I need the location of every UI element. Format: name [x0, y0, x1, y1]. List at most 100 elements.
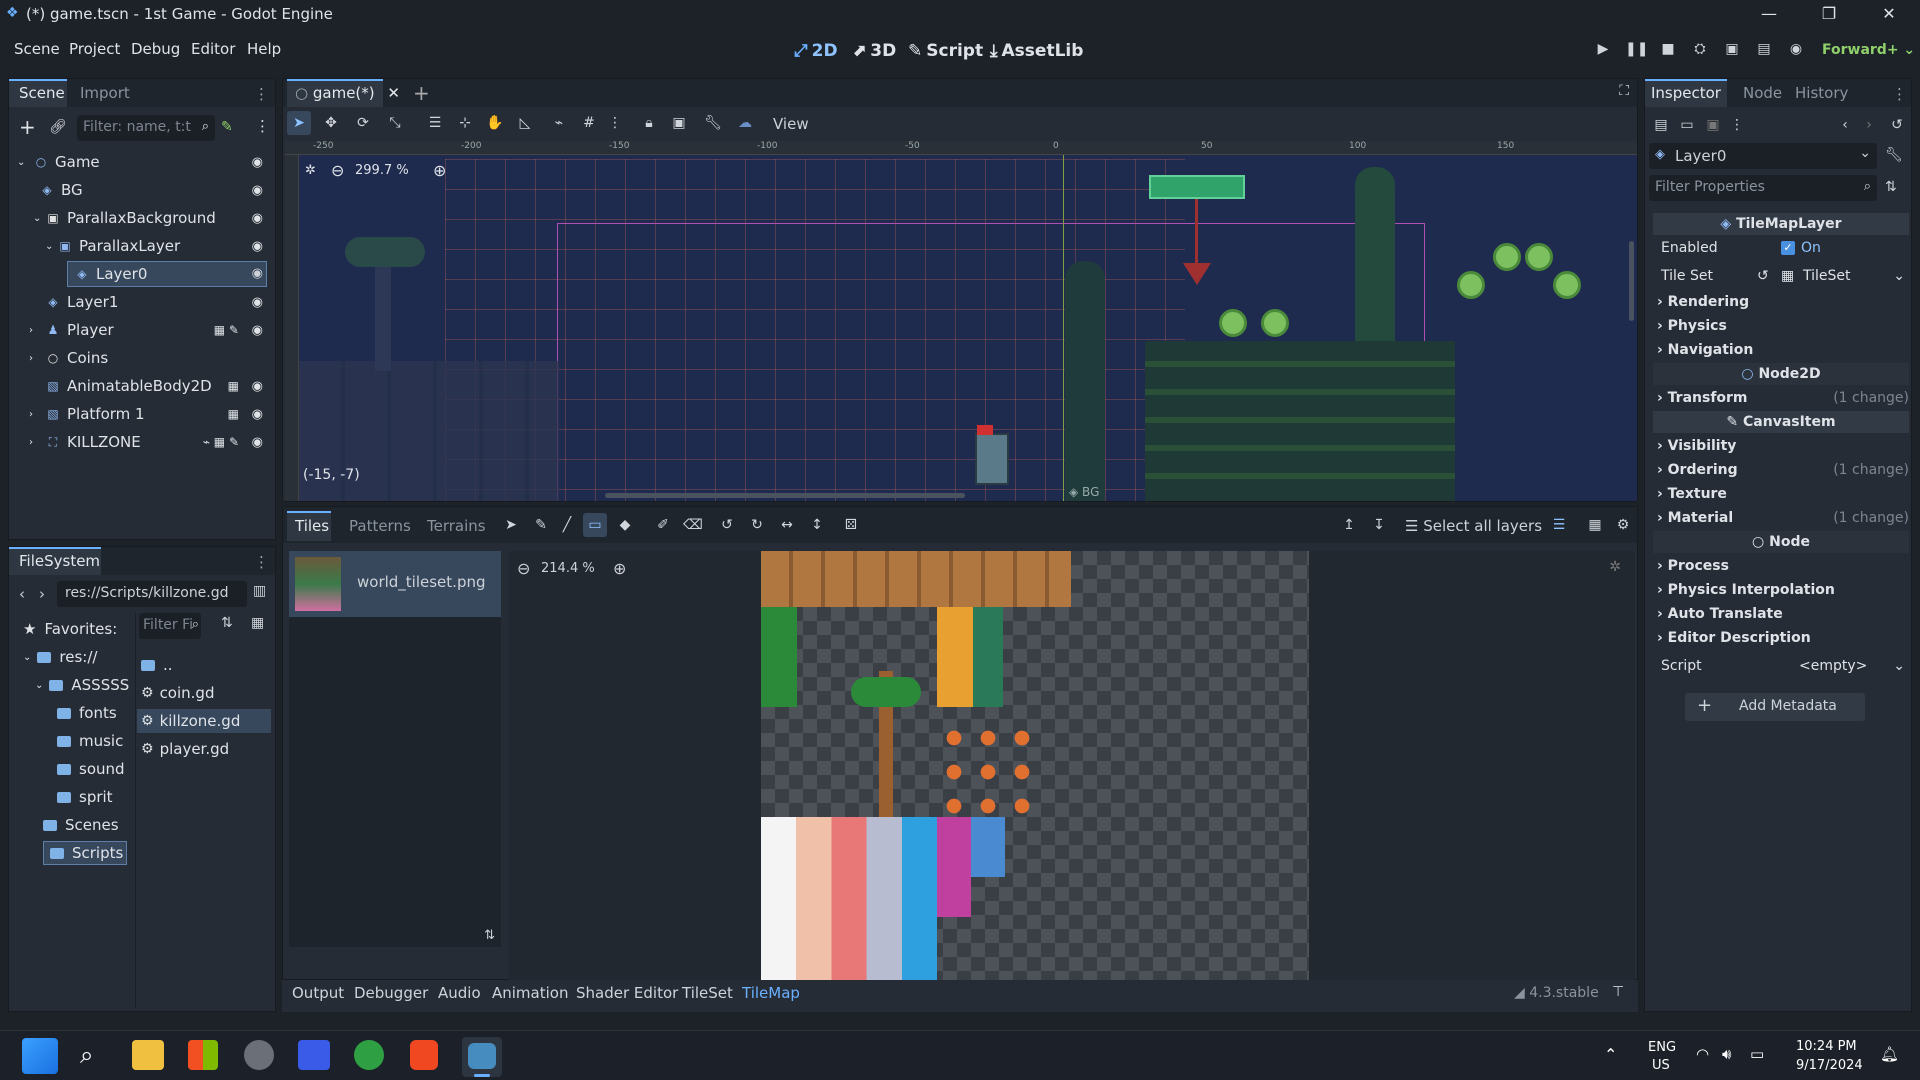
xbox-icon[interactable] [354, 1040, 384, 1070]
group-visibility[interactable]: › Visibility [1653, 435, 1909, 457]
dock-menu-icon[interactable]: ⋮ [254, 85, 269, 103]
minimize-icon[interactable]: — [1754, 4, 1784, 23]
favorites-item[interactable]: ★ Favorites: [23, 617, 117, 641]
remote-debug-icon[interactable]: ⛭ [1689, 41, 1711, 57]
fs-folder-scripts-selected[interactable]: Scripts [43, 841, 127, 865]
tab-animation[interactable]: Animation [492, 984, 568, 1002]
tab-shader-editor[interactable]: Shader Editor [576, 984, 678, 1002]
enabled-checkbox[interactable]: ✓ [1781, 241, 1795, 255]
panel-expand-icon[interactable]: ⊤ [1612, 984, 1624, 1000]
maximize-icon[interactable]: ❐ [1814, 4, 1844, 23]
tree-item-game[interactable]: ⌄ ○ Game ◉ [17, 149, 275, 175]
revert-icon[interactable]: ↺ [1757, 265, 1769, 287]
lock-icon[interactable]: 🔒︎ [637, 115, 661, 131]
chevron-right-icon[interactable]: › [29, 409, 45, 420]
tree-item-layer0-selected[interactable]: ◈ Layer0 [67, 261, 267, 287]
fs-folder-fonts[interactable]: fonts [57, 701, 117, 725]
dock-menu-icon[interactable]: ⋮ [1892, 85, 1907, 103]
clock-time[interactable]: 10:24 PM [1796, 1039, 1857, 1054]
zoom-out-icon[interactable]: ⊖ [331, 161, 344, 180]
open-scene-icon[interactable]: ▦ [228, 379, 239, 393]
coin-sprite[interactable] [1493, 243, 1521, 271]
moving-platform[interactable] [1149, 175, 1245, 199]
coin-sprite[interactable] [1219, 309, 1247, 337]
tab-tiles[interactable]: Tiles [295, 517, 329, 535]
store-icon[interactable] [188, 1040, 218, 1070]
group-texture[interactable]: › Texture [1653, 483, 1909, 505]
script-value[interactable]: <empty> [1799, 655, 1867, 677]
tab-terrains[interactable]: Terrains [427, 517, 486, 535]
open-scene-icon[interactable]: ▦ ✎ [214, 323, 239, 337]
fs-folder-sound[interactable]: sound [57, 757, 125, 781]
visibility-eye-icon[interactable]: ◉ [252, 183, 263, 198]
source-item-selected[interactable]: world_tileset.png [289, 551, 501, 617]
chevron-right-icon[interactable]: › [29, 325, 45, 336]
close-icon[interactable]: ✕ [1874, 4, 1904, 23]
tree-item-parallaxlayer[interactable]: ⌄ ▣ ParallaxLayer ◉ [45, 233, 275, 259]
tab-node[interactable]: Node [1743, 84, 1782, 102]
file-explorer-icon[interactable] [132, 1040, 164, 1070]
search-icon[interactable]: ⌕ [80, 1041, 93, 1069]
chevron-down-icon[interactable]: ⌄ [1893, 655, 1905, 677]
rect-tool-icon[interactable]: ▭ [583, 517, 607, 533]
mode-3d-button[interactable]: ⬈ 3D [852, 41, 896, 61]
visibility-eye-icon[interactable]: ◉ [252, 323, 263, 338]
picker-tool-icon[interactable]: ✐ [651, 517, 675, 533]
select-tool-icon[interactable]: ➤ [287, 115, 311, 131]
tab-import[interactable]: Import [80, 84, 130, 102]
pan-tool-icon[interactable]: ✋ [483, 115, 507, 131]
line-tool-icon[interactable]: ╱ [555, 517, 579, 533]
godot-taskbar-active[interactable] [462, 1037, 502, 1077]
fs-filter-input[interactable]: Filter Fi ⌕ [139, 613, 201, 639]
visibility-eye-icon[interactable]: ◉ [252, 211, 263, 226]
group-editor-description[interactable]: › Editor Description [1653, 627, 1909, 649]
fs-file-player[interactable]: ⚙ player.gd [141, 737, 229, 761]
dock-menu-icon[interactable]: ⋮ [254, 553, 269, 571]
vscode-icon[interactable] [298, 1040, 330, 1070]
sort-icon[interactable]: ⇅ [484, 928, 495, 943]
back-icon[interactable]: ‹ [19, 585, 25, 603]
group-auto-translate[interactable]: › Auto Translate [1653, 603, 1909, 625]
zoom-in-icon[interactable]: ⊕ [433, 161, 446, 180]
player-sprite[interactable] [975, 433, 1009, 485]
forward-icon[interactable]: › [39, 585, 45, 603]
scene-filter-input[interactable]: Filter: name, t:t ⌕ [77, 115, 215, 141]
visibility-eye-icon[interactable]: ◉ [252, 379, 263, 394]
chevron-down-icon[interactable]: ⌄ [45, 241, 57, 252]
pause-icon[interactable]: ❚❚ [1625, 41, 1648, 57]
horizontal-scrollbar[interactable] [605, 493, 965, 498]
tileset-value[interactable]: TileSet [1803, 265, 1851, 287]
tree-item-coins[interactable]: › ○ Coins [29, 345, 275, 371]
tree-item-killzone[interactable]: › ⛶ KILLZONE ⌁ ▦ ✎ ◉ [29, 429, 275, 455]
play-custom-icon[interactable]: ▤ [1753, 41, 1775, 57]
fs-file-coin[interactable]: ⚙ coin.gd [141, 681, 214, 705]
renderer-select[interactable]: Forward+ ⌄ [1822, 42, 1915, 58]
scene-options-icon[interactable]: ⋮ [255, 117, 270, 135]
tree-item-platform1[interactable]: › ▧ Platform 1 ▦ ◉ [29, 401, 275, 427]
zoom-in-icon[interactable]: ⊕ [613, 559, 626, 578]
language-top[interactable]: ENG [1648, 1040, 1676, 1055]
rotate-left-icon[interactable]: ↺ [715, 517, 739, 533]
battery-icon[interactable]: ▭ [1750, 1045, 1764, 1063]
add-node-icon[interactable]: + [19, 115, 36, 139]
rotate-right-icon[interactable]: ↻ [745, 517, 769, 533]
attach-script-icon[interactable]: ✎ [221, 119, 233, 135]
ruler-tool-icon[interactable]: ◺ [513, 115, 537, 131]
group-transform[interactable]: › Transform (1 change) [1653, 387, 1909, 409]
grid-toggle-icon[interactable]: ▦ [1583, 517, 1607, 533]
signal-icon[interactable]: ⌁ ▦ ✎ [203, 435, 239, 449]
open-scene-icon[interactable]: ▦ [228, 407, 239, 421]
play-icon[interactable]: ▶ [1592, 41, 1614, 57]
flip-h-icon[interactable]: ↔ [775, 517, 799, 533]
eraser-tool-icon[interactable]: ⌫ [681, 517, 705, 533]
group-rendering[interactable]: › Rendering [1653, 291, 1909, 313]
tab-history[interactable]: History [1795, 84, 1848, 102]
visibility-eye-icon[interactable]: ◉ [252, 435, 263, 450]
coin-sprite[interactable] [1457, 271, 1485, 299]
view-menu[interactable]: View [773, 115, 809, 133]
play-scene-icon[interactable]: ▣ [1721, 41, 1743, 57]
history-forward-icon[interactable]: › [1857, 117, 1881, 133]
chevron-down-icon[interactable]: ⌄ [1859, 145, 1871, 161]
visibility-eye-icon[interactable]: ◉ [252, 155, 263, 170]
zoom-level[interactable]: 299.7 % [355, 163, 409, 178]
